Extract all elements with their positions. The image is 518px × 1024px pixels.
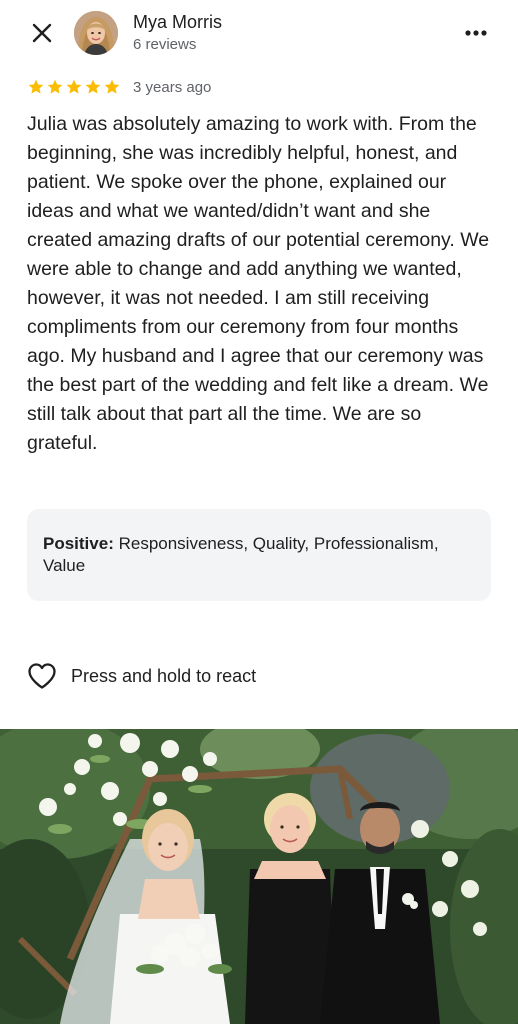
more-options-button[interactable] (460, 17, 492, 49)
rating-row: 3 years ago (27, 76, 211, 98)
review-text: Julia was absolutely amazing to work wit… (27, 113, 490, 454)
reviewer-review-count: 6 reviews (133, 36, 197, 53)
reviewer-name[interactable]: Mya Morris (133, 12, 222, 33)
reviewer-avatar-image (74, 11, 118, 55)
more-vert-icon (465, 30, 487, 36)
star-icon (104, 79, 120, 94)
positive-attributes: Positive: Responsiveness, Quality, Profe… (27, 509, 491, 601)
wedding-photo (0, 729, 518, 1024)
close-icon (32, 23, 52, 43)
heart-outline-icon (28, 663, 56, 689)
star-icon (47, 79, 63, 94)
close-button[interactable] (26, 17, 58, 49)
review-photo[interactable] (0, 729, 518, 1024)
avatar[interactable] (74, 11, 118, 55)
react-label: Press and hold to react (71, 665, 257, 686)
review-detail-page: Mya Morris 6 reviews 3 years ago Julia w… (0, 0, 518, 1024)
react-button[interactable]: Press and hold to react (27, 660, 256, 692)
star-rating (27, 78, 121, 96)
star-icon (85, 79, 101, 94)
star-icon (66, 79, 82, 94)
review-header: Mya Morris 6 reviews (0, 0, 518, 66)
review-date: 3 years ago (133, 78, 212, 96)
star-icon (28, 79, 44, 94)
positive-label: Positive: (43, 534, 114, 553)
